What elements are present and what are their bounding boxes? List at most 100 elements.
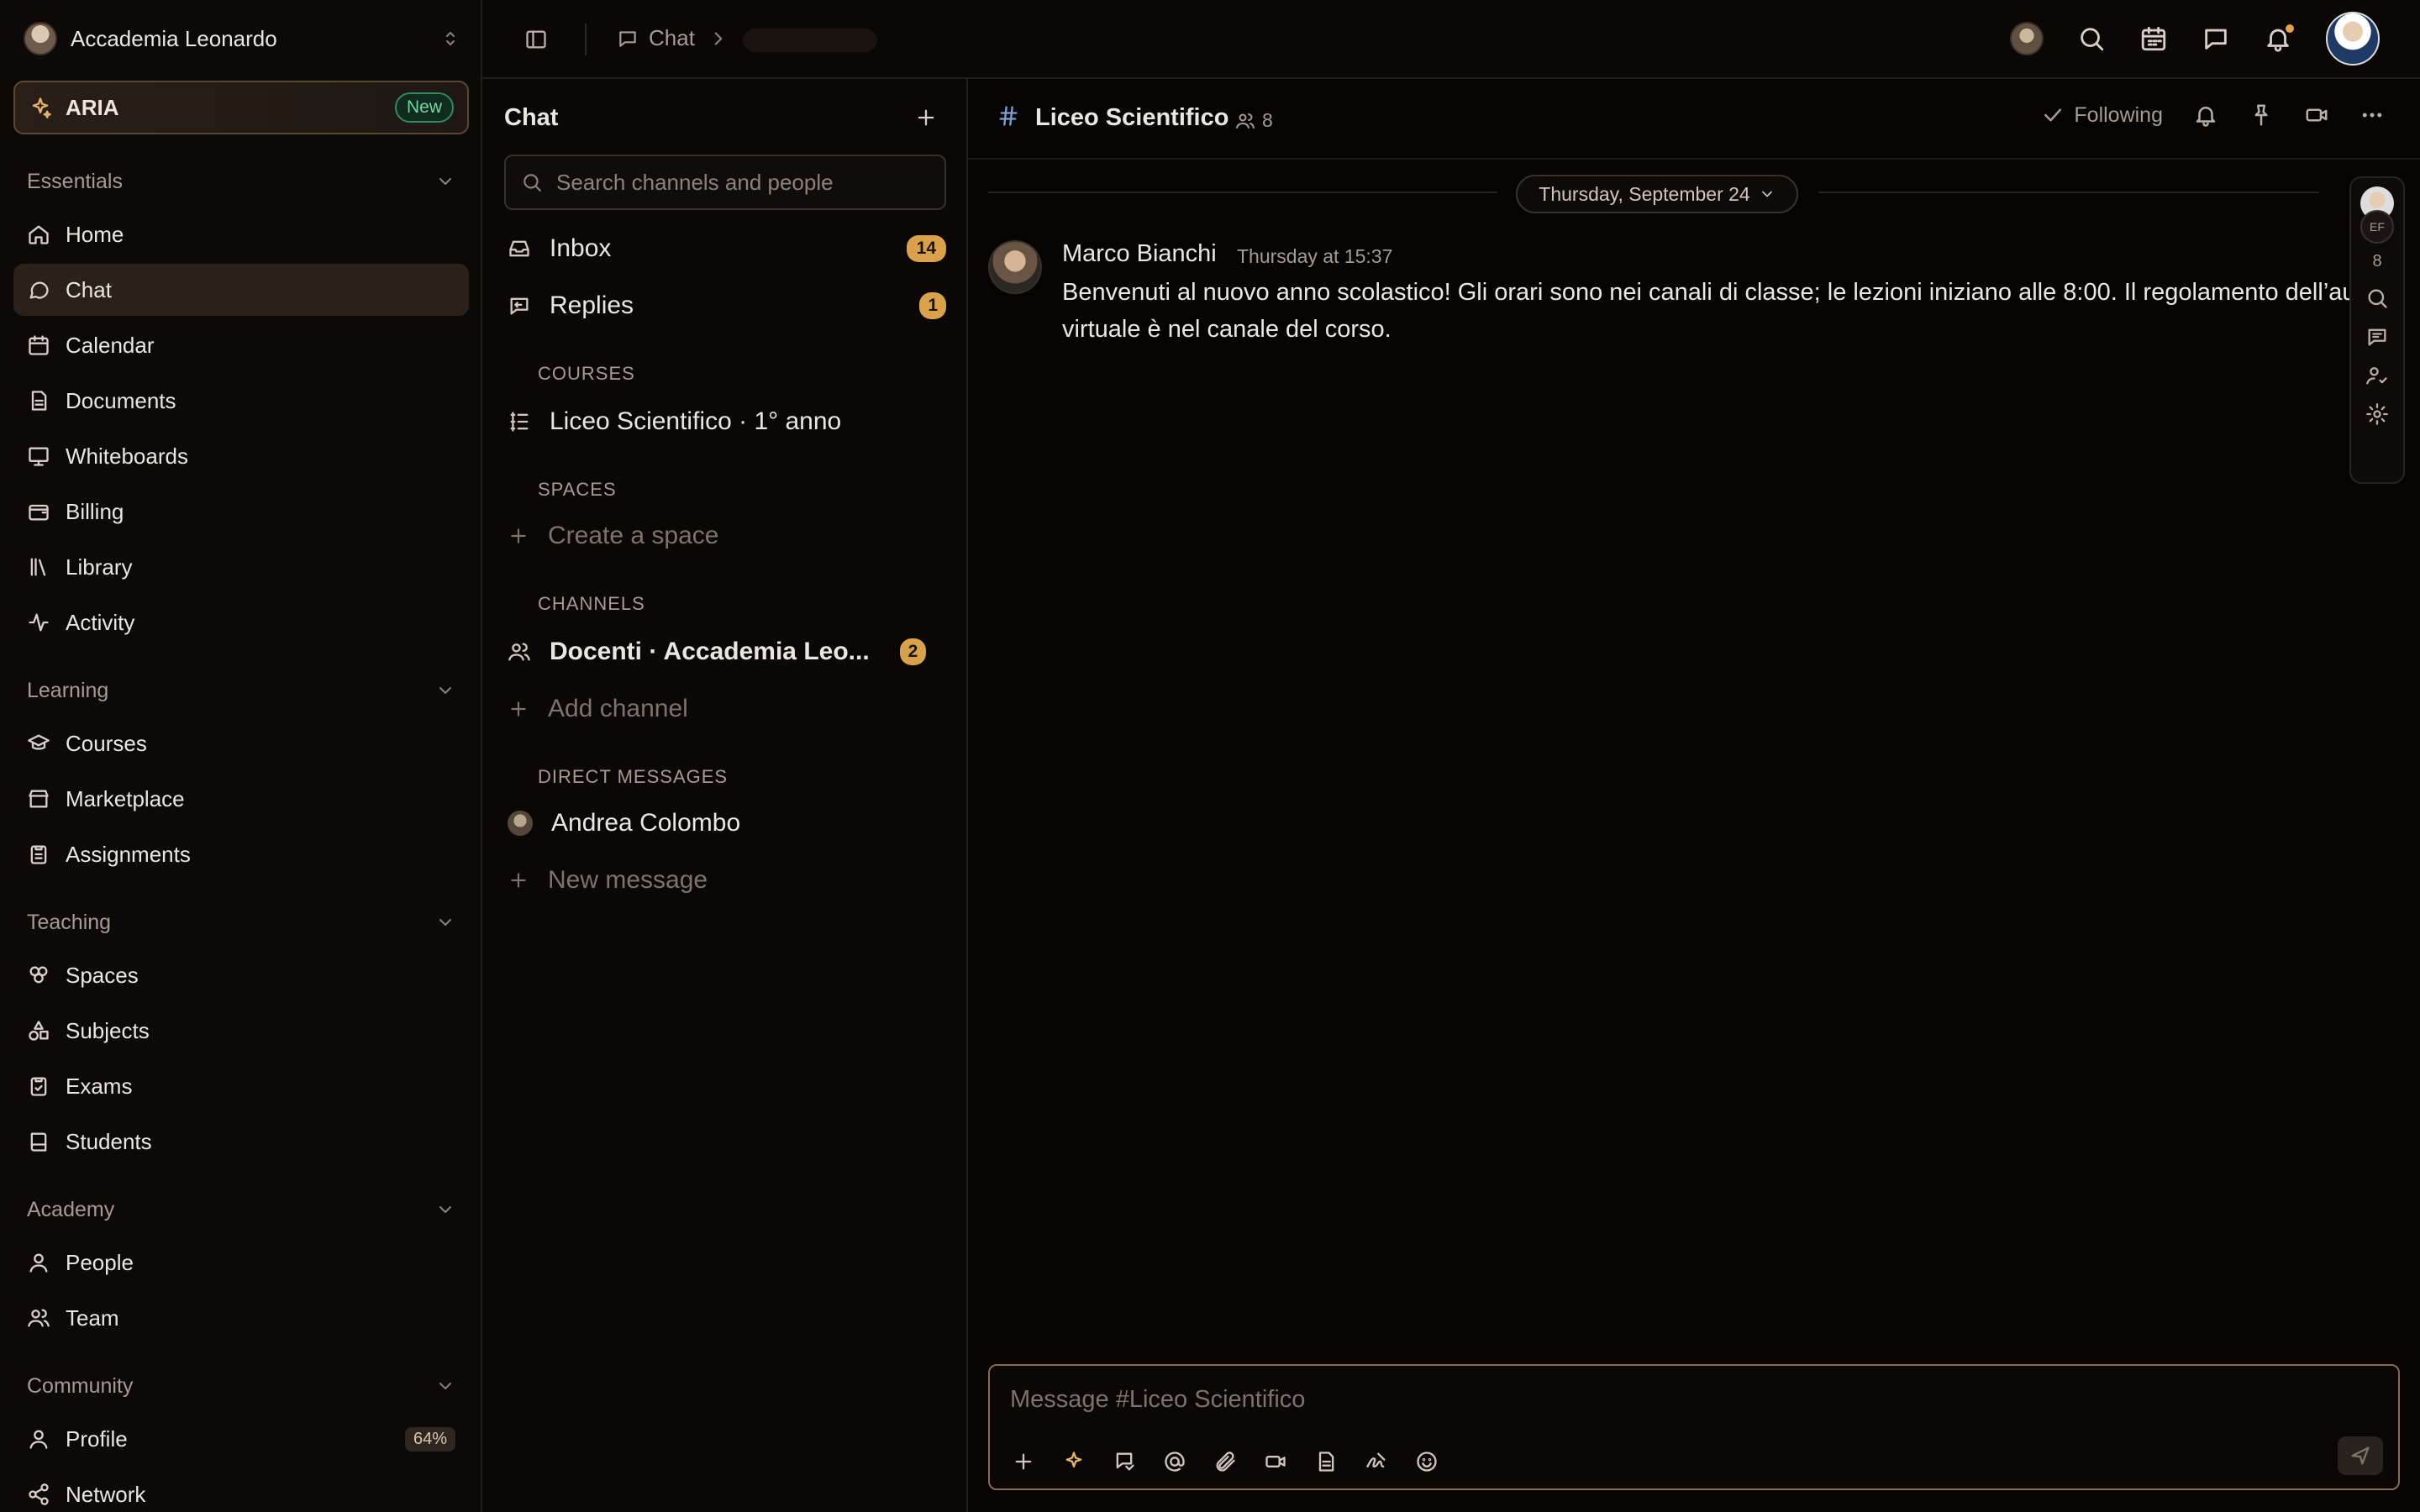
nav-profile[interactable]: Profile 64% xyxy=(13,1413,469,1465)
member-count-value: 8 xyxy=(1262,109,1273,131)
billing-icon xyxy=(29,504,49,521)
channels-heading: CHANNELS xyxy=(538,593,645,614)
channel-item[interactable]: Docenti · Accademia Leo... 2 xyxy=(508,630,944,674)
messages-icon[interactable] xyxy=(2202,24,2230,53)
check-icon xyxy=(2044,108,2062,122)
plus-icon[interactable] xyxy=(1012,1450,1035,1473)
signature-icon[interactable] xyxy=(1365,1450,1388,1473)
nav-assignments[interactable]: Assignments xyxy=(13,828,469,880)
following-button[interactable]: Following xyxy=(2040,102,2163,128)
nav-activity[interactable]: Activity xyxy=(13,596,469,648)
message-avatar[interactable] xyxy=(988,240,1042,294)
dm-avatar xyxy=(508,811,533,836)
date-jump-button[interactable]: Thursday, September 24 xyxy=(1516,175,1798,213)
section-community[interactable]: Community xyxy=(27,1369,455,1403)
member-initials-avatar[interactable]: EF xyxy=(2360,210,2394,244)
video-icon[interactable] xyxy=(1264,1450,1287,1473)
share-icon xyxy=(29,1483,49,1505)
nav-label: Calendar xyxy=(66,332,155,358)
pin-icon[interactable] xyxy=(2249,102,2274,128)
bell-icon[interactable] xyxy=(2193,102,2218,128)
dm-item[interactable]: Andrea Colombo xyxy=(508,801,944,845)
nav-exams[interactable]: Exams xyxy=(13,1060,469,1112)
section-title: Essentials xyxy=(27,169,123,193)
sparkle-icon[interactable] xyxy=(1062,1450,1086,1473)
course-label: Liceo Scientifico · 1° anno xyxy=(550,407,842,435)
nav-spaces[interactable]: Spaces xyxy=(13,949,469,1001)
shapes-icon xyxy=(29,1021,49,1041)
document-icon[interactable] xyxy=(1314,1450,1338,1473)
mention-icon[interactable] xyxy=(1163,1450,1186,1473)
top-bar-actions xyxy=(2010,12,2380,66)
replies-count-badge: 1 xyxy=(919,292,946,319)
nav-team[interactable]: Team xyxy=(13,1292,469,1344)
nav-people[interactable]: People xyxy=(13,1236,469,1289)
send-button[interactable] xyxy=(2338,1436,2383,1475)
sparkle-icon xyxy=(32,97,51,118)
search-icon[interactable] xyxy=(2365,286,2389,310)
message-author[interactable]: Marco Bianchi xyxy=(1062,240,1217,268)
nav-marketplace[interactable]: Marketplace xyxy=(13,773,469,825)
org-switcher[interactable]: Accademia Leonardo xyxy=(24,20,460,57)
chat-icon xyxy=(29,281,49,299)
notification-dot xyxy=(2286,24,2294,33)
section-title: Academy xyxy=(27,1197,115,1221)
inbox-label: Inbox xyxy=(550,234,612,262)
video-icon[interactable] xyxy=(2304,102,2329,128)
threads-icon[interactable] xyxy=(2365,325,2389,349)
user-check-icon[interactable] xyxy=(2365,364,2389,387)
nav-network[interactable]: Network xyxy=(13,1468,469,1512)
section-academy[interactable]: Academy xyxy=(27,1193,455,1226)
nav-students[interactable]: Students xyxy=(13,1116,469,1168)
members-icon xyxy=(1236,113,1255,129)
course-item[interactable]: Liceo Scientifico · 1° anno xyxy=(508,400,944,444)
search-channels-field[interactable]: Search channels and people xyxy=(504,155,946,210)
chat-list-title: Chat xyxy=(504,104,559,131)
nav-whiteboards[interactable]: Whiteboards xyxy=(13,430,469,482)
nav-label: Exams xyxy=(66,1073,133,1099)
notifications-button[interactable] xyxy=(2264,24,2294,53)
search-icon[interactable] xyxy=(2077,24,2106,53)
nav-label: Team xyxy=(66,1305,119,1331)
nav-calendar[interactable]: Calendar xyxy=(13,319,469,371)
person-icon xyxy=(29,1253,48,1273)
chevron-down-icon xyxy=(439,1383,451,1389)
attach-icon[interactable] xyxy=(1213,1450,1237,1473)
replies-item[interactable]: Replies 1 xyxy=(508,284,946,328)
nav-label: Whiteboards xyxy=(66,443,188,469)
create-space-button[interactable]: Create a space xyxy=(508,514,944,558)
calendar-icon[interactable] xyxy=(2139,24,2168,53)
nav-subjects[interactable]: Subjects xyxy=(13,1005,469,1057)
nav-home[interactable]: Home xyxy=(13,208,469,260)
breadcrumb[interactable]: Chat xyxy=(617,25,695,51)
new-message-button[interactable]: New message xyxy=(508,858,944,902)
member-count[interactable]: 8 xyxy=(1235,109,1273,132)
snippet-icon[interactable] xyxy=(1113,1450,1136,1473)
add-channel-button[interactable]: Add channel xyxy=(508,687,944,731)
nav-chat[interactable]: Chat xyxy=(13,264,469,316)
more-icon[interactable] xyxy=(2360,102,2385,128)
switch-account-avatar[interactable] xyxy=(2010,22,2044,55)
section-learning[interactable]: Learning xyxy=(27,674,455,707)
spaces-icon xyxy=(29,966,48,984)
nav-courses[interactable]: Courses xyxy=(13,717,469,769)
aria-button[interactable]: ARIA New xyxy=(13,81,469,134)
plus-icon[interactable] xyxy=(914,106,938,129)
section-teaching[interactable]: Teaching xyxy=(27,906,455,939)
gear-icon[interactable] xyxy=(2365,402,2389,426)
nav-library[interactable]: Library xyxy=(13,541,469,593)
inbox-item[interactable]: Inbox 14 xyxy=(508,227,946,270)
nav-label: Billing xyxy=(66,498,124,524)
section-essentials[interactable]: Essentials xyxy=(27,165,455,198)
section-title: Teaching xyxy=(27,910,112,934)
chat-icon xyxy=(619,30,636,47)
message-input[interactable] xyxy=(1010,1383,2270,1416)
section-title: Community xyxy=(27,1373,134,1398)
chevron-down-icon xyxy=(439,919,451,926)
emoji-icon[interactable] xyxy=(1415,1450,1439,1473)
nav-documents[interactable]: Documents xyxy=(13,375,469,427)
user-avatar[interactable] xyxy=(2326,12,2380,66)
nav-billing[interactable]: Billing xyxy=(13,486,469,538)
sidebar-toggle-icon[interactable] xyxy=(524,28,548,51)
clipboard-check-icon xyxy=(30,1077,47,1096)
